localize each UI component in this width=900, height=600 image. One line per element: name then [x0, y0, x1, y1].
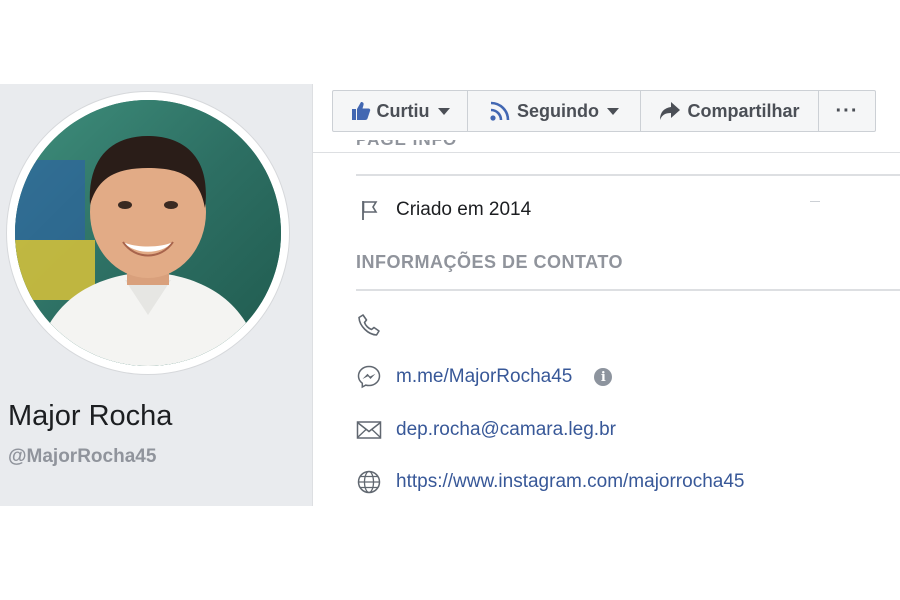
divider: [810, 201, 820, 202]
email-link[interactable]: dep.rocha@camara.leg.br: [396, 419, 616, 441]
website-link[interactable]: https://www.instagram.com/majorrocha45: [396, 471, 744, 493]
chevron-down-icon: [437, 107, 450, 115]
page-handle[interactable]: @MajorRocha45: [8, 446, 156, 468]
messenger-icon: [356, 364, 382, 390]
share-button[interactable]: Compartilhar: [641, 91, 819, 131]
page-action-bar: Curtiu Seguindo Compartilhar ···: [332, 90, 876, 132]
page-info-heading: PAGE INFO: [356, 140, 476, 148]
following-button[interactable]: Seguindo: [468, 91, 641, 131]
about-panel: PAGE INFO Criado em 2014 INFORMAÇÕES DE …: [312, 140, 900, 512]
rss-icon: [490, 101, 510, 121]
more-icon: ···: [835, 99, 859, 122]
page-name[interactable]: Major Rocha: [8, 400, 172, 433]
messenger-link[interactable]: m.me/MajorRocha45: [396, 366, 572, 388]
created-row: Criado em 2014: [356, 197, 531, 223]
page-info-heading-text: PAGE INFO: [356, 140, 457, 148]
contact-info-title: INFORMAÇÕES DE CONTATO: [356, 252, 623, 272]
profile-avatar[interactable]: [15, 100, 281, 366]
globe-icon: [356, 469, 382, 495]
divider: [356, 174, 900, 176]
profile-panel: Major Rocha @MajorRocha45: [0, 84, 313, 506]
messenger-row: m.me/MajorRocha45 i: [356, 364, 613, 390]
website-row: https://www.instagram.com/majorrocha45: [356, 469, 744, 495]
phone-icon: [356, 312, 382, 338]
phone-row[interactable]: [356, 312, 382, 338]
avatar-frame[interactable]: [7, 92, 289, 374]
thumbs-up-icon: [351, 102, 370, 120]
flag-icon: [356, 197, 382, 223]
created-text: Criado em 2014: [396, 199, 532, 220]
info-icon[interactable]: i: [594, 368, 613, 386]
divider: [312, 152, 900, 153]
share-label: Compartilhar: [687, 100, 800, 121]
chevron-down-icon: [607, 107, 619, 115]
envelope-icon: [356, 417, 382, 443]
avatar-image: [15, 100, 281, 366]
email-row: dep.rocha@camara.leg.br: [356, 417, 616, 443]
divider: [356, 289, 900, 291]
liked-label: Curtiu: [376, 100, 430, 121]
share-arrow-icon: [660, 102, 681, 120]
liked-button[interactable]: Curtiu: [333, 91, 468, 131]
following-label: Seguindo: [517, 100, 599, 121]
more-options-button[interactable]: ···: [819, 91, 875, 131]
